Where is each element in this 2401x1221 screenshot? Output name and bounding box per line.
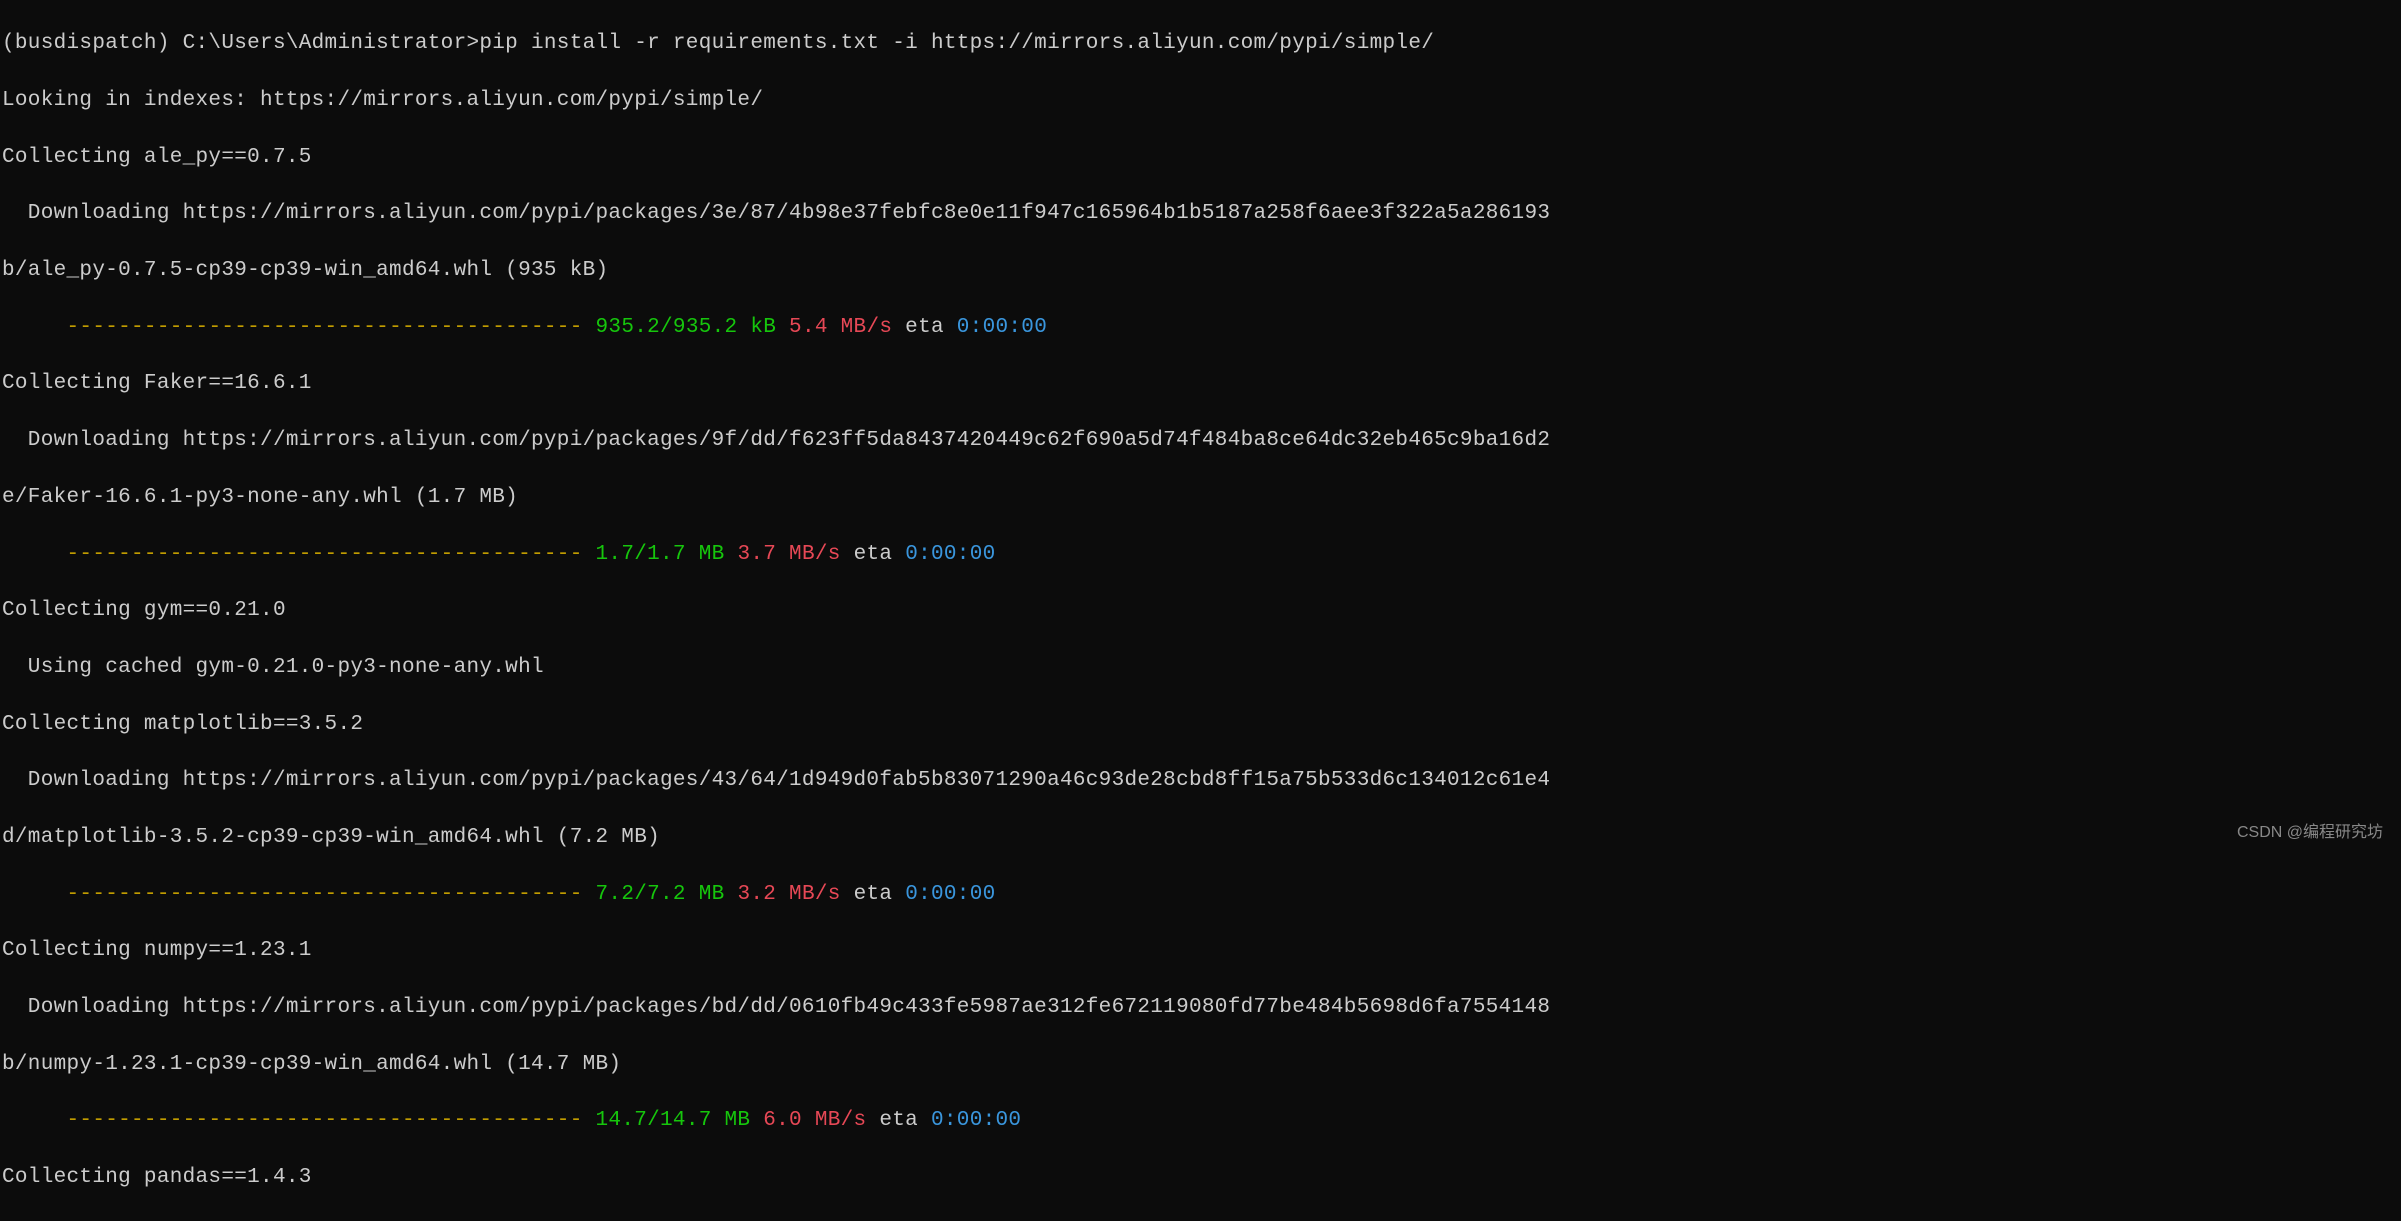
progress-pad [2,543,67,566]
eta-value: 0:00:00 [905,543,995,566]
progress-size: 935.2/935.2 kB [583,316,777,339]
watermark-text: CSDN @编程研究坊 [2237,822,2383,844]
progress-pad [2,1109,67,1132]
downloading-line: Downloading https://mirrors.aliyun.com/p… [2,994,2401,1022]
progress-bar: ---------------------------------------- [67,543,583,566]
progress-line: ----------------------------------------… [2,541,2401,569]
collecting-line: Collecting pandas==1.4.3 [2,1164,2401,1192]
eta-value: 0:00:00 [905,883,995,906]
progress-line: ----------------------------------------… [2,1107,2401,1135]
collecting-line: Collecting numpy==1.23.1 [2,937,2401,965]
downloading-line-cont: d/matplotlib-3.5.2-cp39-cp39-win_amd64.w… [2,824,2401,852]
progress-speed: 6.0 MB/s [750,1109,866,1132]
progress-line: ----------------------------------------… [2,881,2401,909]
progress-bar: ---------------------------------------- [67,883,583,906]
eta-label: eta [892,316,957,339]
command-line: (busdispatch) C:\Users\Administrator>pip… [2,30,2401,58]
progress-speed: 3.2 MB/s [725,883,841,906]
progress-pad [2,316,67,339]
eta-label: eta [841,543,906,566]
eta-label: eta [866,1109,931,1132]
progress-line: ----------------------------------------… [2,314,2401,342]
terminal-output[interactable]: (busdispatch) C:\Users\Administrator>pip… [2,2,2401,1221]
collecting-line: Collecting ale_py==0.7.5 [2,144,2401,172]
collecting-line: Collecting gym==0.21.0 [2,597,2401,625]
collecting-line: Collecting Faker==16.6.1 [2,370,2401,398]
progress-size: 7.2/7.2 MB [583,883,725,906]
downloading-line: Downloading https://mirrors.aliyun.com/p… [2,200,2401,228]
index-line: Looking in indexes: https://mirrors.aliy… [2,87,2401,115]
eta-value: 0:00:00 [931,1109,1021,1132]
progress-size: 1.7/1.7 MB [583,543,725,566]
progress-speed: 5.4 MB/s [776,316,892,339]
downloading-line-cont: b/numpy-1.23.1-cp39-cp39-win_amd64.whl (… [2,1051,2401,1079]
progress-pad [2,883,67,906]
cached-line: Using cached gym-0.21.0-py3-none-any.whl [2,654,2401,682]
downloading-line-cont: e/Faker-16.6.1-py3-none-any.whl (1.7 MB) [2,484,2401,512]
downloading-line: Downloading https://mirrors.aliyun.com/p… [2,767,2401,795]
downloading-line-cont: b/ale_py-0.7.5-cp39-cp39-win_amd64.whl (… [2,257,2401,285]
eta-label: eta [841,883,906,906]
downloading-line: Downloading https://mirrors.aliyun.com/p… [2,427,2401,455]
progress-bar: ---------------------------------------- [67,1109,583,1132]
progress-speed: 3.7 MB/s [725,543,841,566]
eta-value: 0:00:00 [957,316,1047,339]
collecting-line: Collecting matplotlib==3.5.2 [2,711,2401,739]
progress-bar: ---------------------------------------- [67,316,583,339]
progress-size: 14.7/14.7 MB [583,1109,751,1132]
